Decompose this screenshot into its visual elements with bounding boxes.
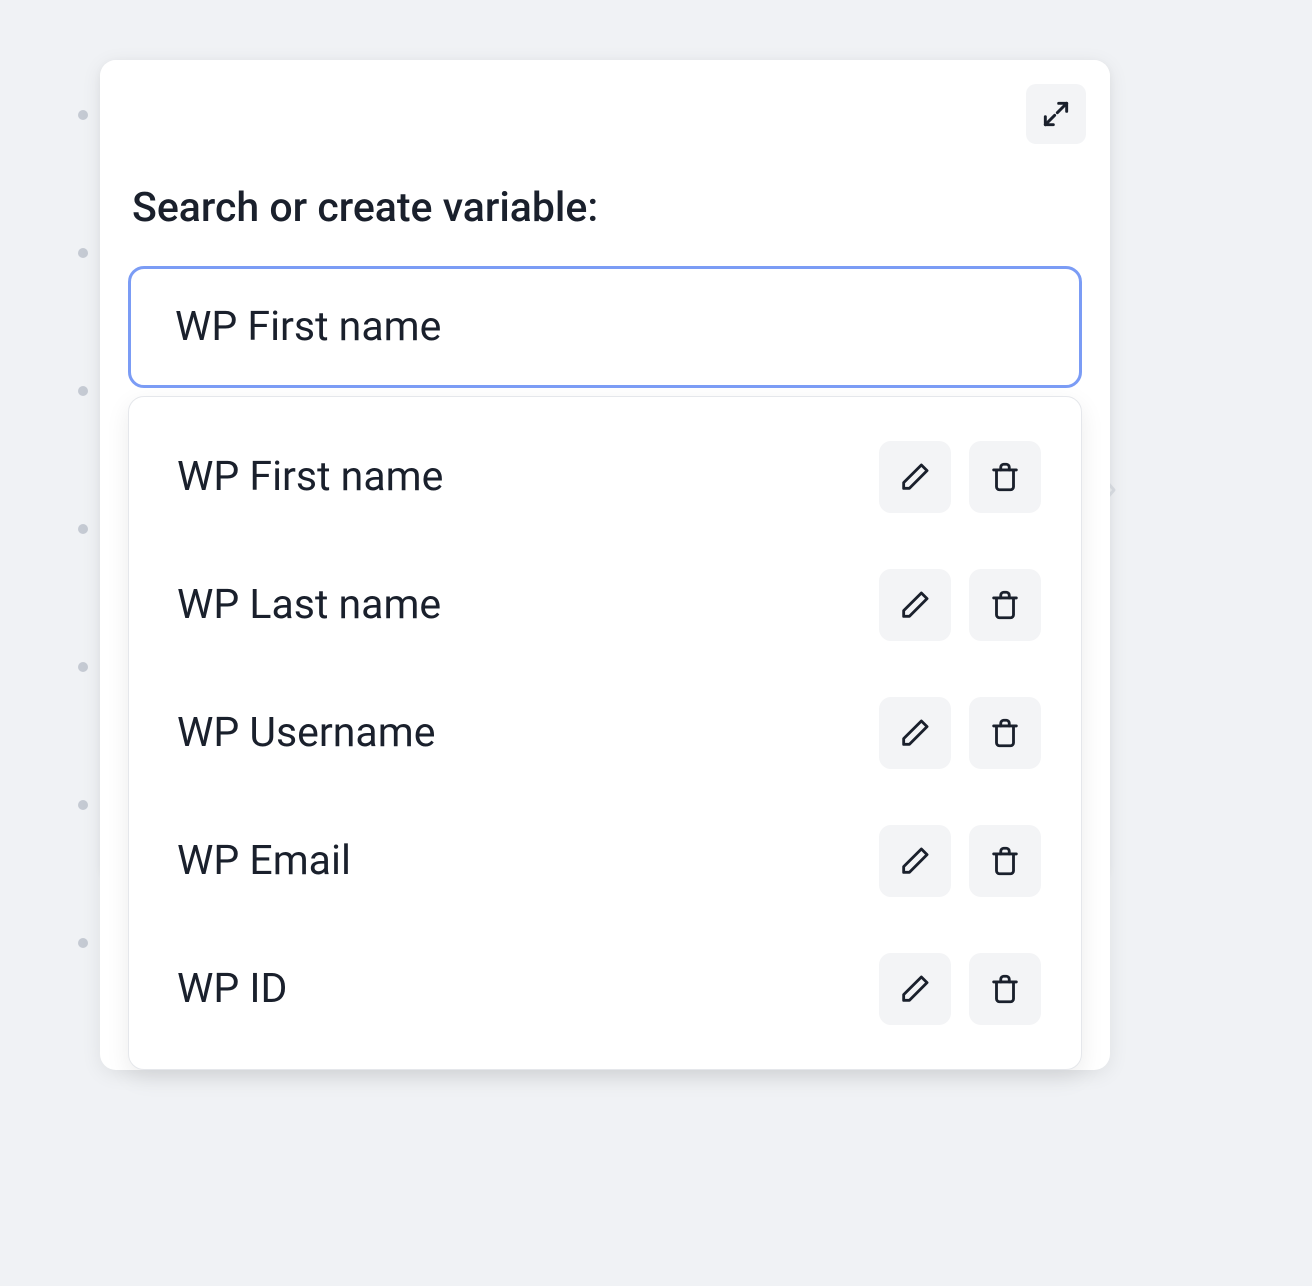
delete-button[interactable] [969,825,1041,897]
pencil-icon [898,844,932,878]
edit-button[interactable] [879,697,951,769]
dropdown-item-label: WP Username [177,709,435,757]
dropdown-item[interactable]: WP ID [129,925,1081,1053]
dot [78,524,88,534]
delete-button[interactable] [969,953,1041,1025]
trash-icon [988,844,1022,878]
delete-button[interactable] [969,697,1041,769]
dot [78,110,88,120]
item-actions [879,697,1041,769]
dot [78,386,88,396]
search-label: Search or create variable: [128,184,1082,232]
dropdown-item-label: WP Last name [177,581,441,629]
dropdown-item[interactable]: WP Last name [129,541,1081,669]
edit-button[interactable] [879,953,951,1025]
dot [78,662,88,672]
edit-button[interactable] [879,441,951,513]
pencil-icon [898,972,932,1006]
pencil-icon [898,588,932,622]
edit-button[interactable] [879,569,951,641]
variable-search-input[interactable] [128,266,1082,388]
dot [78,800,88,810]
dropdown-item[interactable]: WP Email [129,797,1081,925]
dot [78,248,88,258]
variable-search-panel: Search or create variable: WP First name [100,60,1110,1070]
trash-icon [988,588,1022,622]
dropdown-item-label: WP First name [177,453,443,501]
item-actions [879,441,1041,513]
pencil-icon [898,460,932,494]
expand-button[interactable] [1026,84,1086,144]
edit-button[interactable] [879,825,951,897]
dot [78,938,88,948]
variable-dropdown: WP First name [128,396,1082,1070]
background-dots [78,110,88,948]
item-actions [879,569,1041,641]
trash-icon [988,460,1022,494]
item-actions [879,825,1041,897]
dropdown-item-label: WP Email [177,837,351,885]
trash-icon [988,716,1022,750]
dropdown-item[interactable]: WP Username [129,669,1081,797]
delete-button[interactable] [969,441,1041,513]
dropdown-item[interactable]: WP First name [129,413,1081,541]
expand-icon [1040,98,1072,130]
item-actions [879,953,1041,1025]
dropdown-item-label: WP ID [177,965,287,1013]
delete-button[interactable] [969,569,1041,641]
trash-icon [988,972,1022,1006]
pencil-icon [898,716,932,750]
